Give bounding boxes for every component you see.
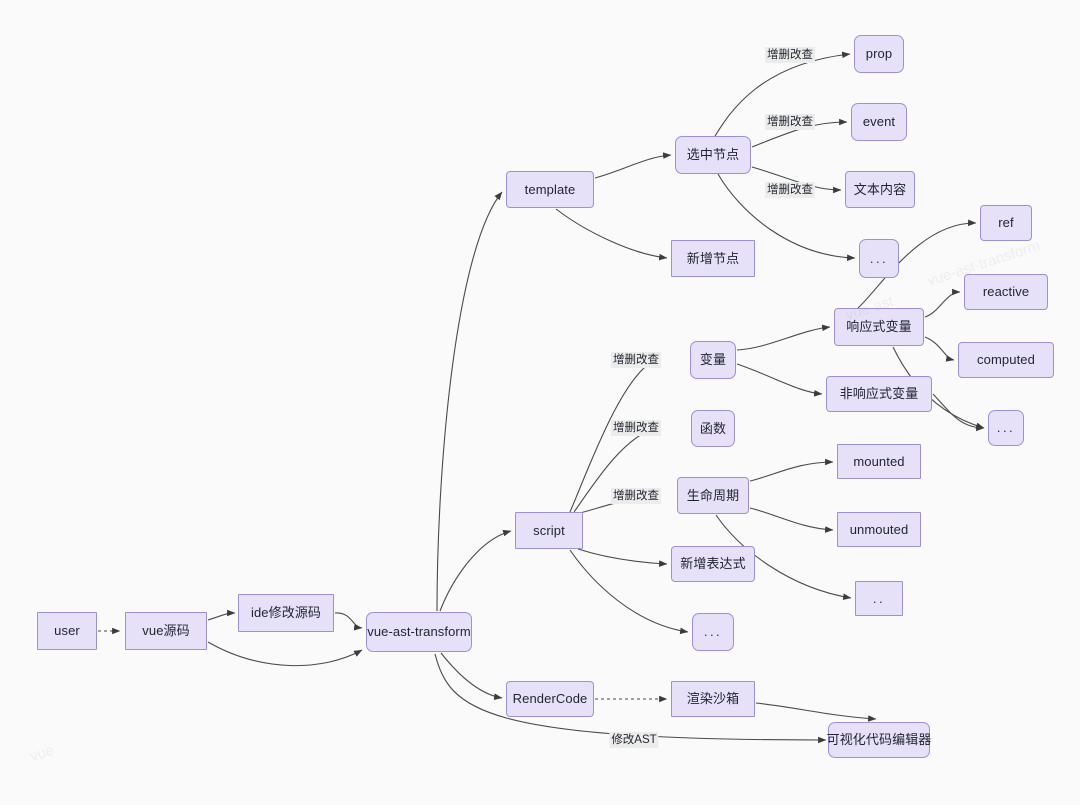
node-computed[interactable]: computed	[958, 342, 1054, 378]
flowchart-canvas: user vue源码 ide修改源码 vue-ast-transform templat…	[0, 0, 1080, 805]
node-new_node[interactable]: 新增节点	[671, 240, 755, 277]
node-label: 生命周期	[686, 487, 740, 503]
edge-transform-to-script	[439, 529, 512, 612]
node-dots_life[interactable]: ..	[855, 581, 903, 616]
node-label: ..	[872, 590, 886, 606]
node-label: 非响应式变量	[839, 386, 919, 402]
node-label: template	[524, 181, 576, 197]
edge-label-lbl_ast: 修改AST	[609, 732, 659, 748]
node-lifecycle[interactable]: 生命周期	[677, 477, 749, 514]
edge-script-to-new_expr	[577, 548, 668, 567]
node-label: 选中节点	[686, 147, 740, 163]
edge-lifecycle-to-unmouted	[749, 507, 834, 533]
edge-vue_src-to-transform	[207, 641, 363, 667]
node-dots_var[interactable]: ...	[988, 410, 1024, 446]
node-label: unmouted	[849, 521, 909, 537]
node-label: computed	[977, 352, 1035, 368]
edge-transform-to-visual_editor	[434, 653, 827, 744]
node-label: event	[862, 114, 896, 130]
node-label: 响应式变量	[846, 319, 912, 335]
node-label: ...	[996, 420, 1016, 436]
edge-label-lbl_text: 增删改查	[765, 182, 815, 198]
node-label: ref	[998, 215, 1014, 231]
node-vue_src[interactable]: vue源码	[125, 612, 207, 650]
node-label: ...	[703, 624, 723, 640]
node-ref[interactable]: ref	[980, 205, 1032, 241]
edge-vue_src-to-ide_edit	[207, 609, 236, 621]
node-label: script	[533, 522, 565, 538]
edge-reactive_var-to-computed	[924, 336, 955, 362]
node-unmouted[interactable]: unmouted	[837, 512, 921, 547]
node-label: 文本内容	[853, 181, 907, 197]
node-func[interactable]: 函数	[691, 410, 735, 447]
edge-sandbox-to-visual_editor	[755, 702, 877, 722]
node-label: RenderCode	[512, 691, 588, 707]
node-prop[interactable]: prop	[854, 35, 904, 73]
node-selected_node[interactable]: 选中节点	[675, 136, 751, 174]
node-text_content[interactable]: 文本内容	[845, 171, 915, 208]
node-label: 可视化代码编辑器	[826, 732, 932, 748]
node-dots_tpl[interactable]: ...	[859, 239, 899, 278]
node-variable[interactable]: 变量	[690, 341, 736, 379]
node-dots_script[interactable]: ...	[692, 613, 734, 651]
node-nonreact_var[interactable]: 非响应式变量	[826, 376, 932, 412]
node-label: prop	[865, 46, 893, 62]
node-label: reactive	[982, 284, 1030, 300]
edge-label-lbl_var: 增删改查	[611, 352, 661, 368]
node-label: ide修改源码	[250, 605, 322, 621]
edge-nonreact_var-to-dots_var	[932, 393, 985, 432]
node-mounted[interactable]: mounted	[837, 444, 921, 479]
edge-label-lbl_event: 增删改查	[765, 114, 815, 130]
node-label: vue源码	[142, 623, 190, 639]
node-user[interactable]: user	[37, 612, 97, 650]
node-transform[interactable]: vue-ast-transform	[366, 612, 472, 652]
node-ide_edit[interactable]: ide修改源码	[238, 594, 334, 632]
node-event[interactable]: event	[851, 103, 907, 141]
node-template[interactable]: template	[506, 171, 594, 208]
node-sandbox[interactable]: 渲染沙箱	[671, 681, 755, 717]
node-label: 函数	[699, 420, 727, 436]
node-label: vue-ast-transform	[367, 624, 471, 640]
node-reactive_var[interactable]: 响应式变量	[834, 308, 924, 346]
node-label: 变量	[699, 352, 727, 368]
node-label: 新增节点	[686, 250, 740, 266]
node-render_code[interactable]: RenderCode	[506, 681, 594, 717]
edge-label-lbl_prop: 增删改查	[765, 47, 815, 63]
edge-template-to-selected_node	[594, 152, 672, 179]
node-label: user	[54, 623, 80, 639]
node-script[interactable]: script	[515, 512, 583, 549]
edge-lifecycle-to-mounted	[749, 458, 834, 482]
node-label: ...	[869, 250, 889, 266]
node-label: 新增表达式	[680, 556, 746, 572]
watermark: vue	[27, 741, 57, 766]
node-reactive[interactable]: reactive	[964, 274, 1048, 310]
node-visual_editor[interactable]: 可视化代码编辑器	[826, 722, 932, 758]
node-label: 渲染沙箱	[686, 691, 740, 707]
edge-transform-to-render_code	[440, 652, 503, 700]
edge-template-to-new_node	[555, 208, 668, 261]
edge-variable-to-reactive_var	[736, 324, 831, 351]
edge-variable-to-nonreact_var	[736, 363, 823, 397]
edge-ide_edit-to-transform	[334, 612, 363, 631]
node-new_expr[interactable]: 新增表达式	[671, 546, 755, 582]
edge-reactive_var-to-reactive	[924, 288, 961, 318]
edge-label-lbl_func: 增删改查	[611, 420, 661, 436]
node-label: mounted	[853, 453, 905, 469]
edge-label-lbl_life: 增删改查	[611, 488, 661, 504]
edge-transform-to-template	[436, 191, 503, 612]
